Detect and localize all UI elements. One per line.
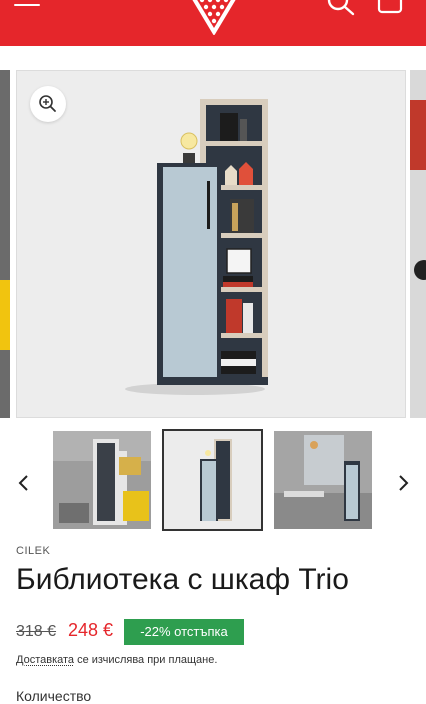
product-title: Библиотека с шкаф Trio [16,563,349,596]
sale-price: 248 € [68,620,114,640]
zoom-in-icon [39,95,56,112]
main-product-image[interactable] [16,70,406,418]
shipping-link[interactable]: Доставката [16,654,74,666]
thumbnail-1[interactable] [53,431,151,529]
chevron-left-icon[interactable] [14,472,34,494]
old-price: 318 € [16,623,57,640]
chevron-right-icon[interactable] [393,472,413,494]
hamburger-icon[interactable] [14,0,40,10]
next-slide-preview [410,70,426,418]
thumbnail-2-image [164,431,261,529]
discount-badge: -22% отстъпка [124,619,244,645]
thumbnail-2-selected[interactable] [162,429,263,531]
thumbnail-1-image [53,431,151,529]
shipping-note: Доставката се изчислява при плащане. [16,654,217,666]
strawberry-logo[interactable] [182,0,246,38]
site-header [0,0,426,46]
search-icon[interactable] [327,0,355,16]
product-brand: CILEK [16,545,51,557]
shipping-text: се изчислява при плащане. [74,654,218,666]
bookcase-illustration [125,99,268,395]
thumbnail-3-image [274,431,372,529]
thumbnail-3[interactable] [274,431,372,529]
previous-slide-preview [0,70,10,418]
zoom-button[interactable] [30,86,66,122]
quantity-label: Количество [16,688,92,704]
bag-icon[interactable] [377,0,403,14]
